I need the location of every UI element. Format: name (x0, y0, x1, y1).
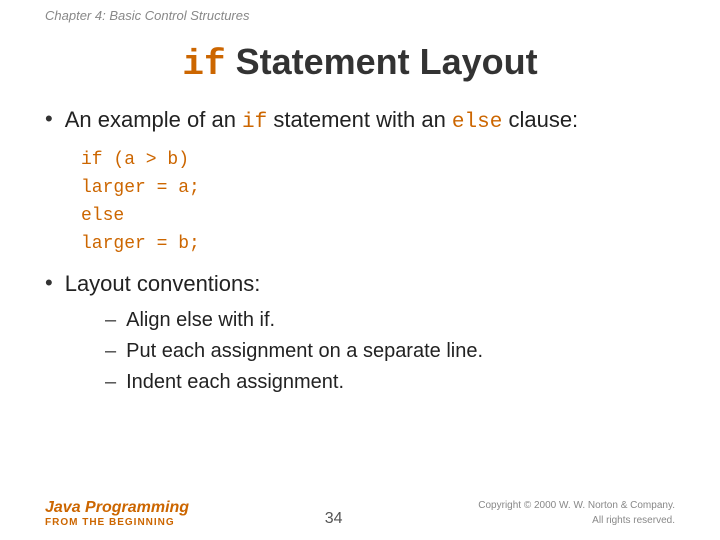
sub-dash-1: – (105, 309, 116, 332)
sub-dash-2: – (105, 340, 116, 363)
footer-title: Java Programming (45, 499, 189, 517)
sub1-middle: with (213, 309, 260, 331)
bullet1-code1: if (242, 111, 267, 134)
sub-bullet-2: – Put each assignment on a separate line… (105, 340, 675, 363)
code-line-3: else (81, 203, 675, 231)
sub1-suffix: . (270, 309, 276, 331)
footer-copyright: Copyright © 2000 W. W. Norton & Company.… (478, 498, 675, 528)
slide-title: if Statement Layout (0, 23, 720, 105)
sub1-code1: else (176, 309, 213, 331)
code-line-4: larger = b; (81, 231, 675, 259)
sub1-code2: if (260, 309, 270, 331)
sub-text-1: Align else with if. (126, 309, 275, 332)
bullet-text-1: An example of an if statement with an el… (65, 105, 578, 137)
chapter-header: Chapter 4: Basic Control Structures (0, 0, 720, 23)
sub1-prefix: Align (126, 309, 176, 331)
footer: Java Programming FROM THE BEGINNING 34 C… (0, 498, 720, 528)
bullet-dot-2: • (45, 270, 53, 296)
footer-page-number: 34 (325, 510, 343, 528)
sub-dash-3: – (105, 371, 116, 394)
bullet1-code2: else (452, 111, 502, 134)
bullet-item-2: • Layout conventions: (45, 269, 675, 299)
footer-left: Java Programming FROM THE BEGINNING (45, 499, 189, 528)
sub-bullet-1: – Align else with if. (105, 309, 675, 332)
footer-subtitle: FROM THE BEGINNING (45, 517, 189, 528)
bullet1-prefix: An example of an (65, 107, 242, 132)
sub-text-3: Indent each assignment. (126, 371, 344, 394)
bullet-item-1: • An example of an if statement with an … (45, 105, 675, 137)
bullet-dot-1: • (45, 106, 53, 132)
sub-bullets: – Align else with if. – Put each assignm… (105, 309, 675, 394)
slide: Chapter 4: Basic Control Structures if S… (0, 0, 720, 540)
bullet1-middle: statement with an (267, 107, 452, 132)
title-code-word: if (182, 44, 225, 85)
bullet-text-2: Layout conventions: (65, 269, 261, 299)
sub-text-2: Put each assignment on a separate line. (126, 340, 483, 363)
code-line-1: if (a > b) (81, 147, 675, 175)
sub-bullet-3: – Indent each assignment. (105, 371, 675, 394)
bullet1-suffix: clause: (502, 107, 578, 132)
code-line-2: larger = a; (81, 175, 675, 203)
title-rest: Statement Layout (226, 41, 538, 82)
content-area: • An example of an if statement with an … (0, 105, 720, 394)
chapter-text: Chapter 4: Basic Control Structures (45, 8, 249, 23)
code-block: if (a > b) larger = a; else larger = b; (81, 147, 675, 259)
